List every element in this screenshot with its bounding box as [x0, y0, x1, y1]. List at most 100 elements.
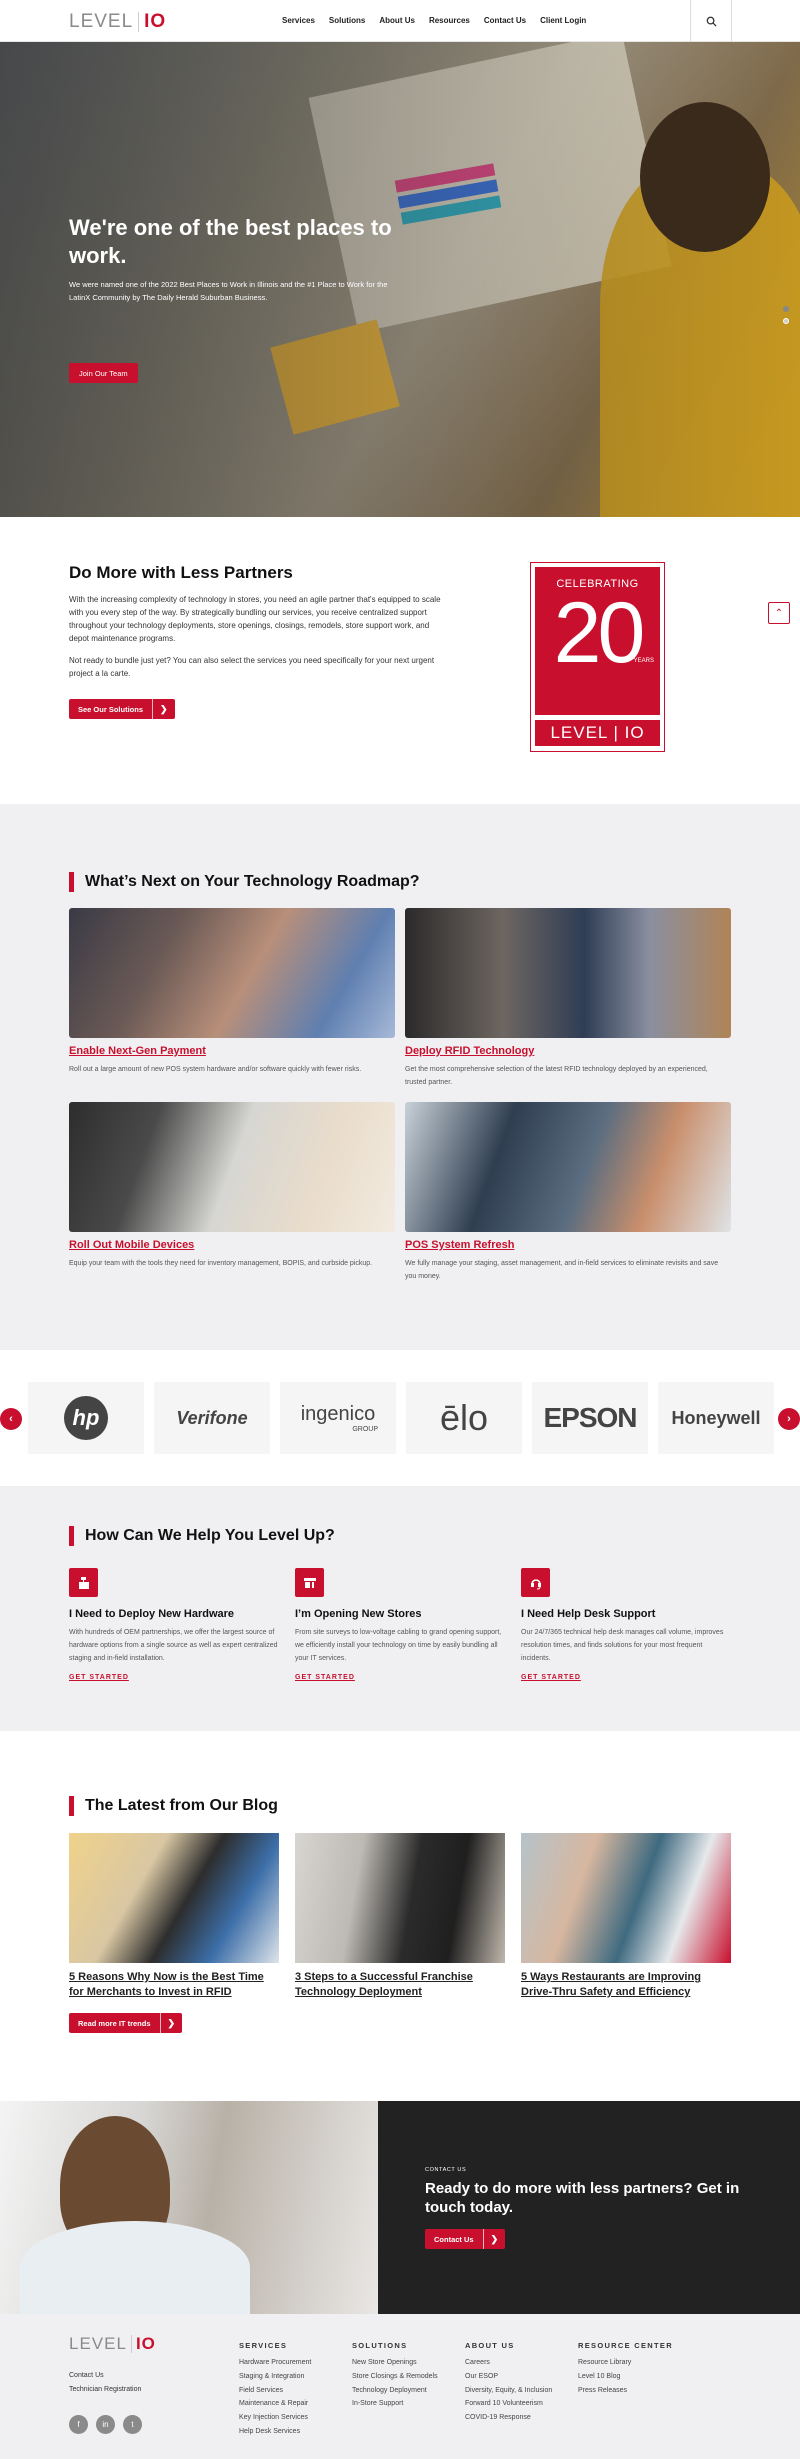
contact-kicker: CONTACT US — [425, 2167, 467, 2173]
carousel-prev-button[interactable]: ‹ — [0, 1408, 22, 1430]
footer-contact-us-link[interactable]: Contact Us — [69, 2369, 104, 2383]
blog-post-title[interactable]: 5 Ways Restaurants are Improving Drive-T… — [521, 1970, 731, 2000]
help-item: I Need Help Desk Support Our 24/7/365 te… — [521, 1568, 731, 1681]
slide-dot-1[interactable] — [783, 306, 789, 312]
footer-link[interactable]: Maintenance & Repair — [239, 2397, 311, 2411]
footer-link[interactable]: Careers — [465, 2356, 552, 2370]
roadmap-card-text: Get the most comprehensive selection of … — [405, 1066, 708, 1086]
nav-client-login[interactable]: Client Login — [540, 16, 586, 25]
badge-years: YEARS — [633, 658, 654, 664]
partner-logo-elo: ēlo — [406, 1382, 522, 1454]
footer-link[interactable]: Store Closings & Remodels — [352, 2370, 438, 2384]
search-button[interactable] — [690, 0, 732, 42]
contact-panel: CONTACT US Ready to do more with less pa… — [378, 2101, 800, 2314]
carousel-next-button[interactable]: › — [778, 1408, 800, 1430]
roadmap-card-title[interactable]: Deploy RFID Technology — [405, 1045, 731, 1057]
do-more-paragraph-1: With the increasing complexity of techno… — [69, 595, 441, 643]
roadmap-card[interactable]: Enable Next-Gen Payment Roll out a large… — [69, 908, 395, 1076]
contact-banner: CONTACT US Ready to do more with less pa… — [0, 2101, 800, 2314]
chevron-right-icon: ❯ — [159, 2013, 183, 2033]
partner-logo-honeywell: Honeywell — [658, 1382, 774, 1454]
footer-link[interactable]: Technology Deployment — [352, 2384, 438, 2398]
nav-resources[interactable]: Resources — [429, 16, 470, 25]
get-started-link[interactable]: GET STARTED — [295, 1674, 505, 1681]
help-item-title: I Need Help Desk Support — [521, 1608, 656, 1620]
footer-link[interactable]: Help Desk Services — [239, 2425, 311, 2439]
footer-link[interactable]: Diversity, Equity, & Inclusion — [465, 2384, 552, 2398]
site-header: LEVEL IO Services Solutions About Us Res… — [0, 0, 800, 42]
nav-solutions[interactable]: Solutions — [329, 16, 365, 25]
help-title: How Can We Help You Level Up? — [69, 1526, 335, 1546]
chevron-up-icon: ⌃ — [774, 607, 784, 619]
get-started-link[interactable]: GET STARTED — [521, 1674, 731, 1681]
footer-technician-registration-link[interactable]: Technician Registration — [69, 2383, 141, 2397]
search-icon — [706, 16, 717, 27]
roadmap-card-title[interactable]: POS System Refresh — [405, 1239, 731, 1251]
footer-link[interactable]: Key Injection Services — [239, 2411, 311, 2425]
logo-level: LEVEL — [69, 11, 134, 32]
help-item-title: I Need to Deploy New Hardware — [69, 1608, 235, 1620]
footer-link[interactable]: Resource Library — [578, 2356, 673, 2370]
help-item-text: Our 24/7/365 technical help desk manages… — [521, 1629, 724, 1662]
twitter-icon[interactable]: t — [123, 2415, 142, 2434]
nav-contact-us[interactable]: Contact Us — [484, 16, 526, 25]
payment-terminal-image — [69, 908, 395, 1038]
footer-link[interactable]: Level 10 Blog — [578, 2370, 673, 2384]
footer-link[interactable]: Forward 10 Volunteerism — [465, 2397, 552, 2411]
blog-post-title[interactable]: 5 Reasons Why Now is the Best Time for M… — [69, 1970, 279, 2000]
get-started-link[interactable]: GET STARTED — [69, 1674, 279, 1681]
nav-services[interactable]: Services — [282, 16, 315, 25]
rfid-image — [405, 908, 731, 1038]
ingenico-group: GROUP — [352, 1426, 378, 1433]
partner-logos-carousel: ‹ hp Verifone ingenico GROUP ēlo EPSON H… — [0, 1350, 800, 1486]
celebrating-20-years-badge: CELEBRATING 20 YEARS LEVEL | IO — [530, 562, 665, 752]
ingenico-name: ingenico — [300, 1403, 376, 1425]
roadmap-card-title[interactable]: Roll Out Mobile Devices — [69, 1239, 395, 1251]
blog-title: The Latest from Our Blog — [69, 1796, 278, 1816]
blog-post[interactable]: 5 Ways Restaurants are Improving Drive-T… — [521, 1833, 731, 2000]
blog-post-title[interactable]: 3 Steps to a Successful Franchise Techno… — [295, 1970, 505, 2000]
agent-shirt — [20, 2221, 250, 2314]
footer-link[interactable]: Hardware Procurement — [239, 2356, 311, 2370]
roadmap-card-text: Equip your team with the tools they need… — [69, 1260, 373, 1267]
join-our-team-button[interactable]: Join Our Team — [69, 363, 138, 383]
roadmap-section: What’s Next on Your Technology Roadmap? … — [0, 804, 800, 1350]
logo-level: LEVEL — [69, 2334, 127, 2353]
roadmap-card[interactable]: Roll Out Mobile Devices Equip your team … — [69, 1102, 395, 1270]
slide-dot-2[interactable] — [783, 318, 789, 324]
storefront-icon — [295, 1568, 324, 1597]
button-label: Read more IT trends — [78, 2018, 151, 2028]
footer-link[interactable]: Staging & Integration — [239, 2370, 311, 2384]
partner-logo-verifone: Verifone — [154, 1382, 270, 1454]
blog-post[interactable]: 5 Reasons Why Now is the Best Time for M… — [69, 1833, 279, 2000]
cash-register-icon — [69, 1568, 98, 1597]
back-to-top-button[interactable]: ⌃ — [768, 602, 790, 624]
chevron-right-icon: ❯ — [482, 2229, 506, 2249]
site-footer: LEVEL IO Contact Us Technician Registrat… — [0, 2314, 800, 2459]
footer-link[interactable]: Press Releases — [578, 2384, 673, 2398]
footer-link[interactable]: In-Store Support — [352, 2397, 438, 2411]
logo-divider — [138, 12, 140, 32]
contact-us-button[interactable]: Contact Us ❯ — [425, 2229, 506, 2249]
help-item-title: I’m Opening New Stores — [295, 1608, 422, 1620]
roadmap-title: What’s Next on Your Technology Roadmap? — [69, 872, 420, 892]
roadmap-card[interactable]: POS System Refresh We fully manage your … — [405, 1102, 731, 1283]
footer-link[interactable]: COVID-19 Response — [465, 2411, 552, 2425]
footer-link[interactable]: New Store Openings — [352, 2356, 438, 2370]
see-our-solutions-button[interactable]: See Our Solutions ❯ — [69, 699, 175, 719]
partner-logo-epson: EPSON — [532, 1382, 648, 1454]
footer-link[interactable]: Field Services — [239, 2384, 311, 2398]
read-more-it-trends-button[interactable]: Read more IT trends ❯ — [69, 2013, 183, 2033]
roadmap-card-title[interactable]: Enable Next-Gen Payment — [69, 1045, 395, 1057]
nav-about-us[interactable]: About Us — [379, 16, 415, 25]
footer-link[interactable]: Our ESOP — [465, 2370, 552, 2384]
hero-banner: We're one of the best places to work. We… — [0, 42, 800, 517]
blog-post[interactable]: 3 Steps to a Successful Franchise Techno… — [295, 1833, 505, 2000]
footer-logo[interactable]: LEVEL IO — [69, 2334, 156, 2354]
site-logo[interactable]: LEVEL IO — [69, 11, 166, 33]
roadmap-card[interactable]: Deploy RFID Technology Get the most comp… — [405, 908, 731, 1089]
facebook-icon[interactable]: f — [69, 2415, 88, 2434]
do-more-paragraph-2: Not ready to bundle just yet? You can al… — [69, 656, 435, 678]
help-item: I’m Opening New Stores From site surveys… — [295, 1568, 505, 1681]
linkedin-icon[interactable]: in — [96, 2415, 115, 2434]
